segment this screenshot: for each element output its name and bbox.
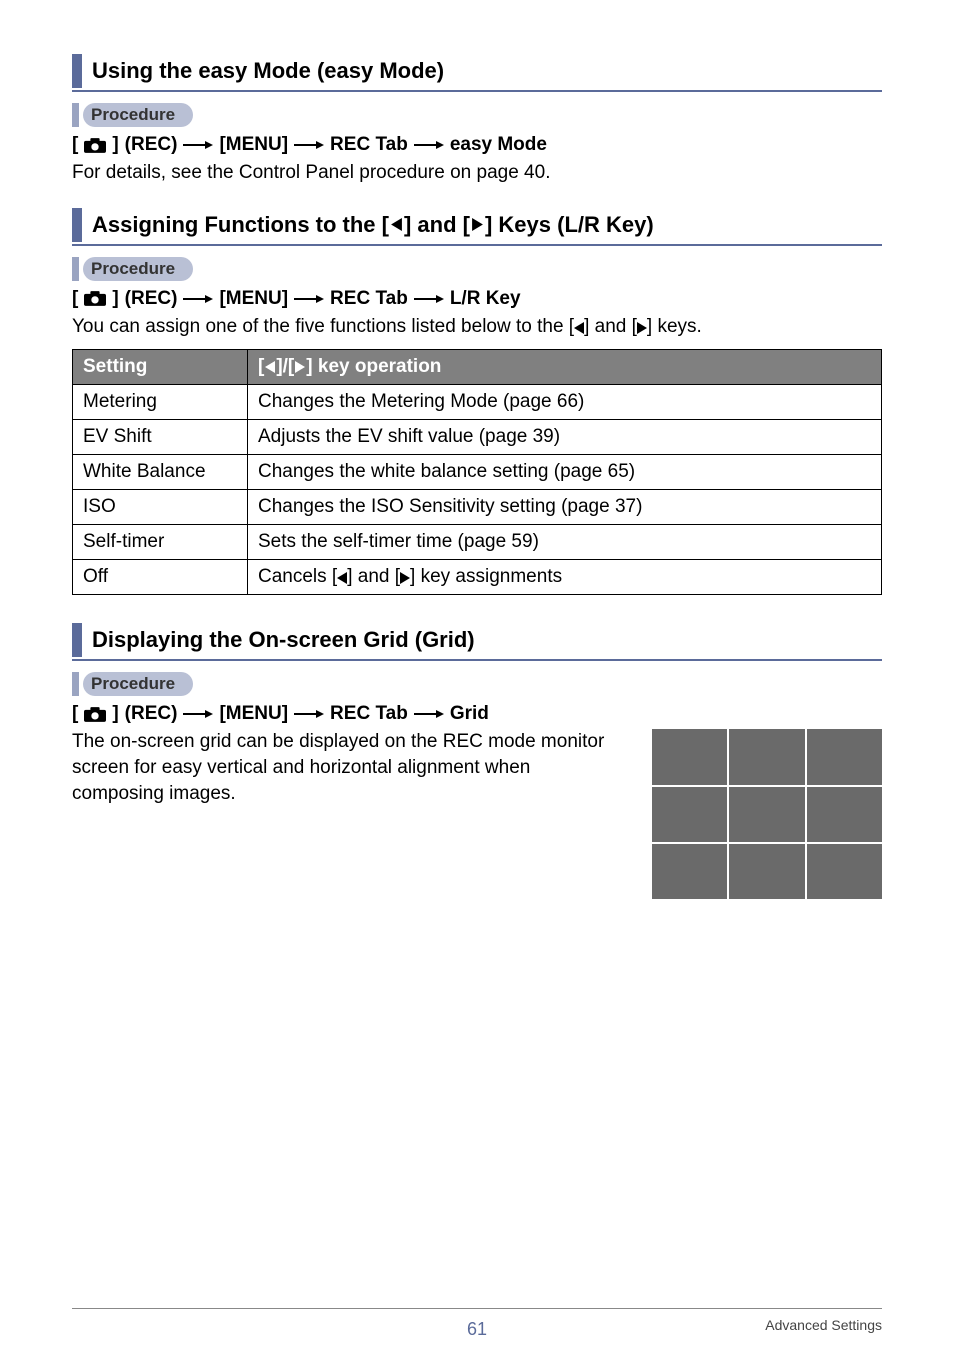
crumb-tab: REC Tab (330, 134, 408, 156)
table-header-row: Setting [ ]/[ ] key operation (73, 350, 882, 385)
settings-table: Setting [ ]/[ ] key operation Metering C… (72, 349, 882, 595)
cell-desc: Changes the ISO Sensitivity setting (pag… (248, 490, 882, 525)
procedure-label: Procedure (83, 257, 193, 281)
body-mid: ] and [ (584, 316, 637, 337)
triangle-right-icon (637, 322, 647, 334)
th-operation: [ ]/[ ] key operation (248, 350, 882, 385)
bracket-close: ] (112, 288, 118, 310)
heading-bar (72, 54, 82, 88)
cell-setting: ISO (73, 490, 248, 525)
cell-desc: Changes the Metering Mode (page 66) (248, 385, 882, 420)
section-body: You can assign one of the five functions… (72, 314, 882, 340)
table-row: White Balance Changes the white balance … (73, 455, 882, 490)
procedure-label: Procedure (83, 672, 193, 696)
arrow-right-icon (294, 139, 324, 151)
breadcrumb: [ ] (REC) [MENU] REC Tab L/R Key (72, 288, 882, 310)
arrow-right-icon (414, 139, 444, 151)
arrow-right-icon (183, 293, 213, 305)
cell-setting: Self-timer (73, 525, 248, 560)
procedure-pill: Procedure (72, 256, 882, 282)
crumb-rec: (REC) (125, 288, 178, 310)
off-post: ] key assignments (410, 566, 562, 587)
th2-pre: [ (258, 356, 264, 378)
table-row: Self-timer Sets the self-timer time (pag… (73, 525, 882, 560)
crumb-menu: [MENU] (219, 288, 288, 310)
crumb-item: easy Mode (450, 134, 547, 156)
heading-title: Assigning Functions to the [ ] and [ ] K… (92, 208, 654, 242)
cell-setting: Metering (73, 385, 248, 420)
triangle-left-icon (265, 361, 275, 373)
section-body: For details, see the Control Panel proce… (72, 160, 882, 186)
breadcrumb: [ ] (REC) [MENU] REC Tab easy Mode (72, 134, 882, 156)
heading-bar (72, 623, 82, 657)
page-number: 61 (72, 1319, 882, 1340)
cell-desc: Adjusts the EV shift value (page 39) (248, 420, 882, 455)
crumb-item: L/R Key (450, 288, 521, 310)
table-row: Off Cancels [ ] and [ ] key assignments (73, 560, 882, 595)
crumb-item: Grid (450, 703, 489, 725)
title-post: ] Keys (L/R Key) (485, 212, 654, 238)
triangle-left-icon (337, 572, 347, 584)
section-body: The on-screen grid can be displayed on t… (72, 729, 622, 806)
table-row: ISO Changes the ISO Sensitivity setting … (73, 490, 882, 525)
body-pre: You can assign one of the five functions… (72, 316, 574, 337)
th2-sep: ]/[ (276, 356, 294, 378)
crumb-menu: [MENU] (219, 134, 288, 156)
procedure-bar (72, 257, 79, 281)
camera-icon (84, 707, 106, 722)
section-heading-lr-key: Assigning Functions to the [ ] and [ ] K… (72, 208, 882, 246)
body-post: ] keys. (647, 316, 702, 337)
arrow-right-icon (294, 708, 324, 720)
bracket-close: ] (112, 134, 118, 156)
title-pre: Assigning Functions to the [ (92, 212, 389, 238)
breadcrumb: [ ] (REC) [MENU] REC Tab Grid (72, 703, 882, 725)
bracket-open: [ (72, 288, 78, 310)
procedure-bar (72, 672, 79, 696)
triangle-right-icon (295, 361, 305, 373)
page-footer: 61 Advanced Settings (72, 1308, 882, 1333)
triangle-right-icon (472, 218, 483, 231)
th-setting: Setting (73, 350, 248, 385)
crumb-tab: REC Tab (330, 288, 408, 310)
procedure-bar (72, 103, 79, 127)
cell-desc: Cancels [ ] and [ ] key assignments (248, 560, 882, 595)
crumb-menu: [MENU] (219, 703, 288, 725)
table-row: EV Shift Adjusts the EV shift value (pag… (73, 420, 882, 455)
camera-icon (84, 138, 106, 153)
bracket-open: [ (72, 134, 78, 156)
heading-title: Using the easy Mode (easy Mode) (92, 54, 444, 88)
triangle-left-icon (574, 322, 584, 334)
heading-title: Displaying the On-screen Grid (Grid) (92, 623, 475, 657)
bracket-close: ] (112, 703, 118, 725)
arrow-right-icon (183, 708, 213, 720)
cell-setting: EV Shift (73, 420, 248, 455)
crumb-tab: REC Tab (330, 703, 408, 725)
off-pre: Cancels [ (258, 566, 337, 587)
heading-bar (72, 208, 82, 242)
triangle-right-icon (400, 572, 410, 584)
grid-illustration (652, 729, 882, 899)
arrow-right-icon (183, 139, 213, 151)
arrow-right-icon (414, 708, 444, 720)
camera-icon (84, 291, 106, 306)
title-mid: ] and [ (404, 212, 470, 238)
procedure-pill: Procedure (72, 671, 882, 697)
cell-desc: Changes the white balance setting (page … (248, 455, 882, 490)
section-heading-grid: Displaying the On-screen Grid (Grid) (72, 623, 882, 661)
bracket-open: [ (72, 703, 78, 725)
procedure-label: Procedure (83, 103, 193, 127)
triangle-left-icon (391, 218, 402, 231)
crumb-rec: (REC) (125, 134, 178, 156)
cell-setting: Off (73, 560, 248, 595)
section-heading-easy-mode: Using the easy Mode (easy Mode) (72, 54, 882, 92)
cell-setting: White Balance (73, 455, 248, 490)
crumb-rec: (REC) (125, 703, 178, 725)
table-row: Metering Changes the Metering Mode (page… (73, 385, 882, 420)
procedure-pill: Procedure (72, 102, 882, 128)
arrow-right-icon (294, 293, 324, 305)
off-mid: ] and [ (347, 566, 400, 587)
cell-desc: Sets the self-timer time (page 59) (248, 525, 882, 560)
arrow-right-icon (414, 293, 444, 305)
th2-post: ] key operation (306, 356, 441, 378)
